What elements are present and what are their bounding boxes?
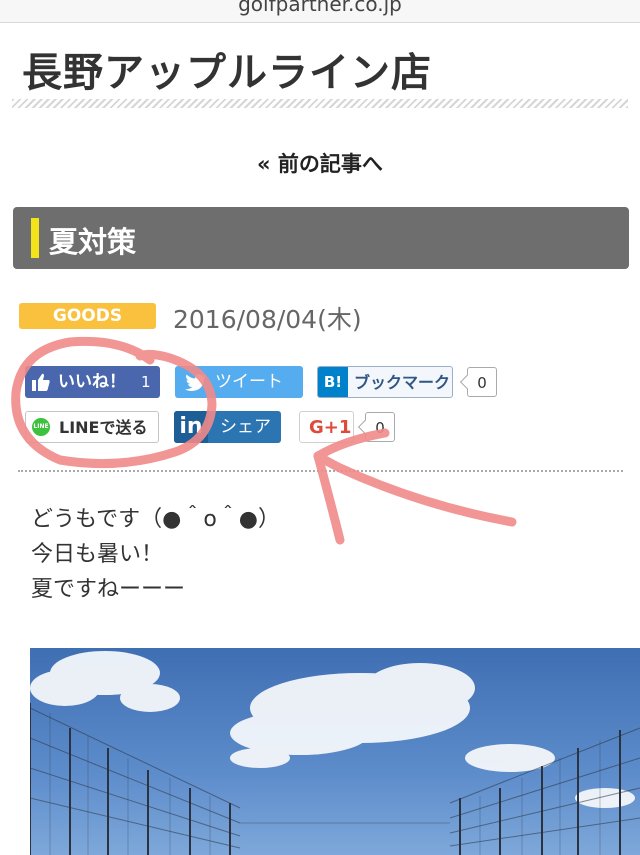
post-date: 2016/08/04(木) (173, 305, 362, 334)
hatena-count-bubble: 0 (467, 367, 497, 397)
annotation-circle (11, 336, 217, 469)
body-line: 夏ですねーーー (31, 577, 186, 602)
linkedin-share-button[interactable]: in シェア (174, 411, 281, 443)
sky-net-photo (30, 648, 640, 855)
linkedin-label: シェア (220, 417, 271, 437)
title-divider (12, 99, 628, 108)
linkedin-icon: in (174, 411, 208, 443)
tweet-label: ツイート (215, 372, 283, 392)
twitter-bird-icon (185, 374, 206, 391)
post-body: どうもです（●＾o＾●） 今日も暑い！ 夏ですねーーー (31, 502, 280, 607)
browser-url-bar[interactable]: golfpartner.co.jp (0, 0, 640, 23)
line-icon: LINE (32, 418, 50, 436)
post-photo[interactable] (30, 648, 640, 855)
annotation-arrow (313, 451, 517, 527)
hatena-label: ブックマーク (354, 373, 451, 392)
url-text: golfpartner.co.jp (238, 0, 402, 16)
line-label: LINEで送る (59, 418, 148, 437)
line-send-button[interactable]: LINE LINEで送る (25, 411, 159, 443)
like-count: 1 (141, 373, 151, 391)
post-header-accent (31, 218, 39, 258)
site-title[interactable]: 長野アップルライン店 (22, 40, 432, 98)
gplus-label: G+1 (309, 417, 352, 438)
content-divider (18, 470, 623, 472)
category-badge[interactable]: GOODS (19, 303, 156, 329)
hatena-bookmark-button[interactable]: B! ブックマーク (317, 366, 453, 398)
hatena-b-icon: B! (318, 367, 348, 397)
like-label: いいね！ (58, 372, 126, 392)
facebook-like-button[interactable]: いいね！ 1 (25, 366, 160, 398)
google-plus-button[interactable]: G+1 (299, 411, 354, 443)
body-line: どうもです（●＾o＾●） (31, 507, 280, 532)
gplus-count-bubble: 0 (365, 412, 395, 442)
post-title: 夏対策 (49, 225, 137, 259)
post-header: 夏対策 (13, 207, 629, 269)
tweet-button[interactable]: ツイート (175, 366, 303, 398)
body-line: 今日も暑い！ (31, 542, 164, 567)
thumbs-up-icon (32, 373, 50, 391)
annotation-arrow-head-lower (313, 451, 345, 545)
prev-article-link[interactable]: « 前の記事へ (0, 148, 640, 178)
